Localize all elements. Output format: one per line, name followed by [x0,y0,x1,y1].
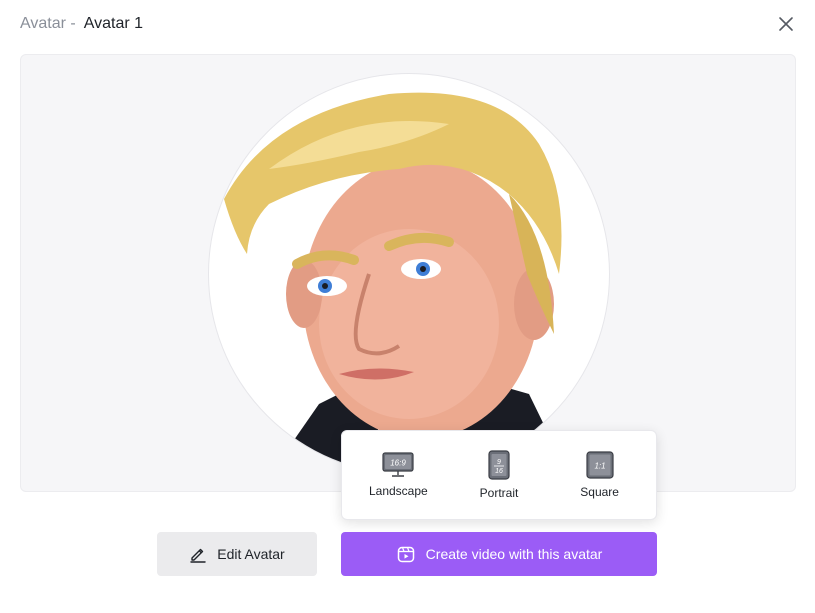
edit-avatar-button[interactable]: Edit Avatar [157,532,317,576]
avatar-image [208,73,610,475]
square-ratio-text: 1:1 [594,462,605,471]
edit-avatar-label: Edit Avatar [217,546,285,562]
landscape-ratio-text: 16:9 [391,459,407,468]
square-ratio-icon: 1:1 [586,451,614,479]
video-camera-icon [397,546,414,563]
portrait-ratio-bottom: 16 [495,468,503,475]
ratio-label-landscape: Landscape [368,484,428,498]
pencil-icon [190,548,206,563]
ratio-label-square: Square [580,485,619,499]
avatar-preview-area [20,54,796,492]
close-button[interactable] [776,14,796,34]
avatar-name: Avatar 1 [83,15,144,32]
aspect-ratio-menu: 16:9 Landscape 9 16 Portrait 1:1 Square [341,430,657,520]
create-video-button[interactable]: Create video with this avatar [341,532,657,576]
ratio-option-landscape[interactable]: 16:9 Landscape [348,440,448,510]
portrait-ratio-top: 9 [497,459,501,466]
title-prefix: Avatar - [20,15,76,32]
ratio-option-square[interactable]: 1:1 Square [550,440,650,510]
close-icon [779,17,793,31]
create-video-label: Create video with this avatar [425,546,603,562]
landscape-ratio-icon: 16:9 [382,452,414,477]
ratio-option-portrait[interactable]: 9 16 Portrait [449,440,549,510]
avatar-portrait-illustration [224,92,569,474]
dialog-title: Avatar - Avatar 1 [20,14,143,34]
portrait-ratio-icon: 9 16 [488,450,510,480]
ratio-label-portrait: Portrait [479,486,519,500]
